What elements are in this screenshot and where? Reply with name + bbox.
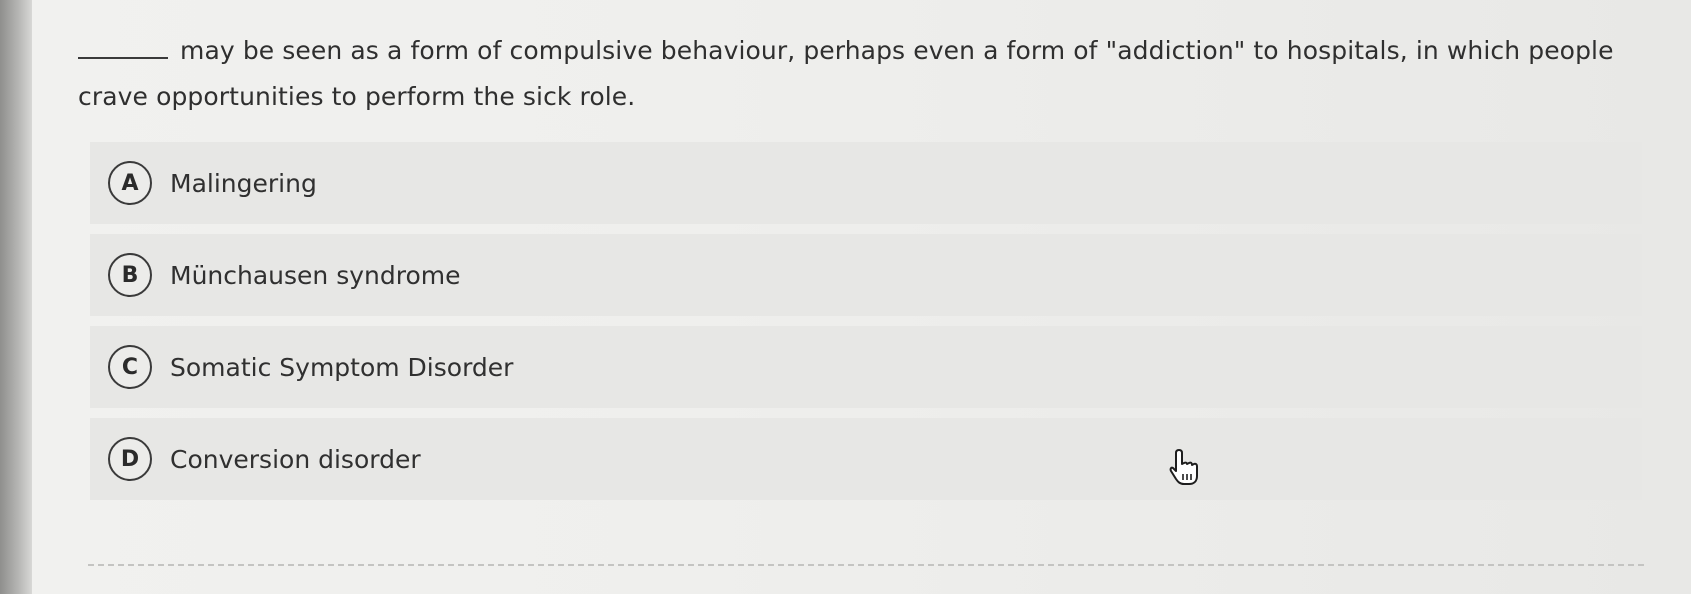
option-a-letter-badge: A bbox=[108, 161, 152, 205]
option-a[interactable]: A Malingering bbox=[90, 142, 1642, 224]
option-d-letter-badge: D bbox=[108, 437, 152, 481]
option-c-letter-badge: C bbox=[108, 345, 152, 389]
option-b-letter-badge: B bbox=[108, 253, 152, 297]
option-c-label: Somatic Symptom Disorder bbox=[170, 352, 514, 382]
answer-options: A Malingering B Münchausen syndrome C So… bbox=[90, 142, 1642, 510]
answer-blank bbox=[78, 56, 168, 59]
option-c[interactable]: C Somatic Symptom Disorder bbox=[90, 326, 1642, 408]
question-text: may be seen as a form of compulsive beha… bbox=[78, 36, 1614, 111]
section-divider bbox=[88, 564, 1644, 566]
option-d-label: Conversion disorder bbox=[170, 444, 421, 474]
screen-left-edge bbox=[0, 0, 32, 594]
question-prompt: may be seen as a form of compulsive beha… bbox=[78, 28, 1638, 120]
option-d[interactable]: D Conversion disorder bbox=[90, 418, 1642, 500]
hand-pointer-icon bbox=[1168, 448, 1202, 486]
option-b[interactable]: B Münchausen syndrome bbox=[90, 234, 1642, 316]
option-b-label: Münchausen syndrome bbox=[170, 260, 461, 290]
option-a-label: Malingering bbox=[170, 168, 317, 198]
